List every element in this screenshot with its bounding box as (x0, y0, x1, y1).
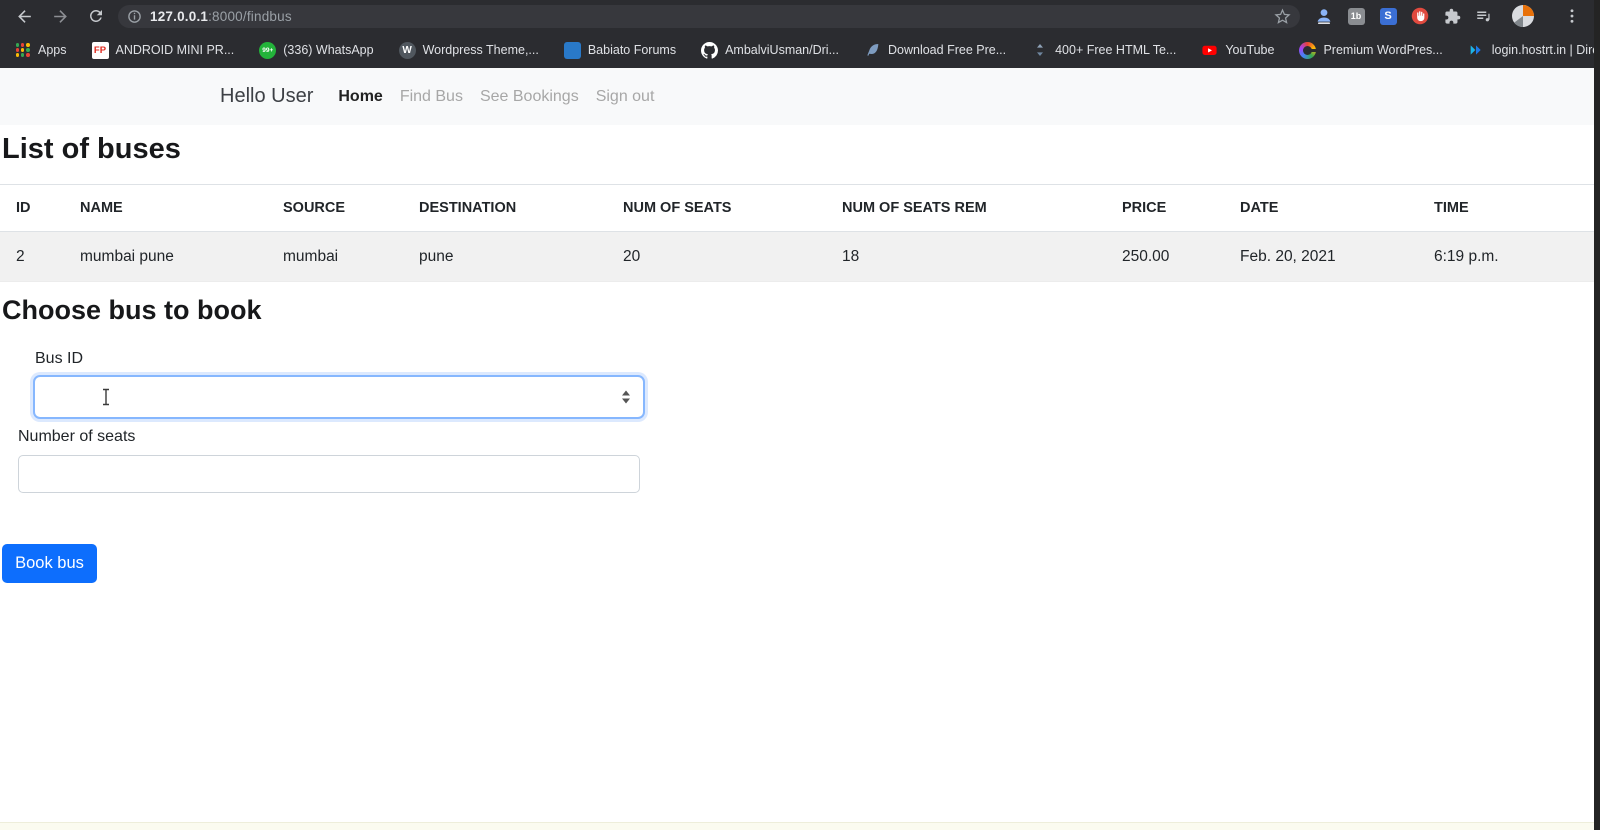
back-icon[interactable] (15, 7, 34, 26)
forward-icon[interactable] (51, 7, 70, 26)
col-id: ID (0, 185, 64, 232)
page-content: Hello User Home Find Bus See Bookings Si… (0, 68, 1600, 830)
bookmark-label: AmbalviUsman/Dri... (725, 43, 839, 57)
col-time: TIME (1418, 185, 1600, 232)
url-host: 127.0.0.1 (150, 9, 208, 24)
col-num-seats-rem: NUM OF SEATS REM (826, 185, 1106, 232)
nav-link-find-bus[interactable]: Find Bus (400, 88, 463, 106)
bookmark-premium-wordpress[interactable]: Premium WordPres... (1299, 42, 1442, 59)
premium-wordpress-icon (1299, 42, 1316, 59)
col-source: SOURCE (267, 185, 403, 232)
site-info-icon[interactable] (127, 9, 142, 24)
choose-bus-heading: Choose bus to book (2, 295, 262, 326)
cell-price: 250.00 (1106, 232, 1224, 282)
bus-id-input[interactable] (33, 375, 645, 419)
bus-id-label: Bus ID (35, 350, 83, 368)
bookmark-babiato[interactable]: Babiato Forums (564, 42, 676, 59)
bottom-edge-strip (0, 822, 1600, 830)
youtube-icon (1201, 42, 1218, 59)
url-path: :8000/findbus (208, 9, 292, 24)
cell-num-seats-rem: 18 (826, 232, 1106, 282)
extensions-puzzle-icon[interactable] (1443, 7, 1461, 25)
s-extension-icon[interactable]: S (1379, 7, 1397, 25)
bookmark-whatsapp[interactable]: 99+ (336) WhatsApp (259, 42, 373, 59)
babiato-icon (564, 42, 581, 59)
screen: 127.0.0.1:8000/findbus 1b S (0, 0, 1600, 830)
bookmark-youtube[interactable]: YouTube (1201, 42, 1274, 59)
col-price: PRICE (1106, 185, 1224, 232)
wordpress-globe-icon: W (399, 42, 416, 59)
bookmark-html-templates[interactable]: 400+ Free HTML Te... (1031, 42, 1176, 59)
bookmark-label: Wordpress Theme,... (423, 43, 539, 57)
bookmark-label: Apps (38, 43, 67, 57)
cell-source: mumbai (267, 232, 403, 282)
cell-id: 2 (0, 232, 64, 282)
bookmark-label: ANDROID MINI PR... (116, 43, 235, 57)
bookmark-login-hostrt[interactable]: login.hostrt.in | Dire... (1468, 42, 1600, 59)
col-num-seats: NUM OF SEATS (607, 185, 826, 232)
feather-icon (864, 42, 881, 59)
navbar-brand[interactable]: Hello User (220, 85, 313, 108)
cell-date: Feb. 20, 2021 (1224, 232, 1418, 282)
num-seats-label: Number of seats (18, 428, 135, 446)
whatsapp-icon: 99+ (259, 42, 276, 59)
1b-glyph: 1b (1348, 8, 1365, 25)
bookmark-star-icon[interactable] (1274, 8, 1291, 25)
s-glyph: S (1380, 8, 1397, 25)
col-date: DATE (1224, 185, 1418, 232)
cell-num-seats: 20 (607, 232, 826, 282)
bookmark-wordpress-theme[interactable]: W Wordpress Theme,... (399, 42, 539, 59)
bookmark-label: Babiato Forums (588, 43, 676, 57)
bookmark-label: YouTube (1225, 43, 1274, 57)
bookmark-github[interactable]: AmbalviUsman/Dri... (701, 42, 839, 59)
table-row: 2 mumbai pune mumbai pune 20 18 250.00 F… (0, 232, 1600, 282)
bookmarks-bar: Apps FP ANDROID MINI PR... 99+ (336) Wha… (0, 32, 1600, 68)
up-down-arrows-icon (1031, 42, 1048, 59)
browser-menu-icon[interactable] (1563, 7, 1581, 25)
reload-icon[interactable] (86, 7, 105, 26)
1b-extension-icon[interactable]: 1b (1347, 7, 1365, 25)
fp-favicon: FP (92, 42, 109, 59)
cell-time: 6:19 p.m. (1418, 232, 1600, 282)
col-name: NAME (64, 185, 267, 232)
bookmark-label: 400+ Free HTML Te... (1055, 43, 1176, 57)
text-cursor-icon (101, 388, 111, 411)
playlist-extension-icon[interactable] (1475, 7, 1493, 25)
nav-link-sign-out[interactable]: Sign out (596, 88, 655, 106)
bookmark-label: Premium WordPres... (1323, 43, 1442, 57)
page-title: List of buses (2, 133, 181, 166)
double-chevron-icon (1468, 42, 1485, 59)
book-bus-button[interactable]: Book bus (2, 544, 97, 583)
site-navbar: Hello User Home Find Bus See Bookings Si… (0, 68, 1600, 125)
bookmark-label: login.hostrt.in | Dire... (1492, 43, 1600, 57)
cell-name: mumbai pune (64, 232, 267, 282)
bus-id-field-wrap (33, 375, 645, 419)
bookmark-label: (336) WhatsApp (283, 43, 373, 57)
extensions-area: 1b S (1315, 4, 1591, 28)
table-header-row: ID NAME SOURCE DESTINATION NUM OF SEATS … (0, 185, 1600, 232)
github-icon (701, 42, 718, 59)
address-bar[interactable]: 127.0.0.1:8000/findbus (118, 5, 1300, 28)
bookmark-apps[interactable]: Apps (14, 42, 67, 59)
apps-grid-icon (14, 42, 31, 59)
url-text: 127.0.0.1:8000/findbus (150, 9, 292, 24)
right-edge-strip (1594, 0, 1600, 830)
nav-link-home[interactable]: Home (338, 88, 382, 106)
nav-link-see-bookings[interactable]: See Bookings (480, 88, 579, 106)
person-extension-icon[interactable] (1315, 7, 1333, 25)
profile-avatar[interactable] (1511, 4, 1535, 28)
cell-destination: pune (403, 232, 607, 282)
bookmark-label: Download Free Pre... (888, 43, 1006, 57)
col-destination: DESTINATION (403, 185, 607, 232)
adblock-hand-icon[interactable] (1411, 7, 1429, 25)
number-spinner[interactable] (622, 391, 630, 404)
browser-toolbar: 127.0.0.1:8000/findbus 1b S (0, 0, 1600, 32)
num-seats-input[interactable] (18, 455, 640, 493)
bookmark-download-free[interactable]: Download Free Pre... (864, 42, 1006, 59)
buses-table: ID NAME SOURCE DESTINATION NUM OF SEATS … (0, 184, 1600, 282)
bookmark-android-mini[interactable]: FP ANDROID MINI PR... (92, 42, 235, 59)
nav-links: Home Find Bus See Bookings Sign out (338, 88, 654, 106)
